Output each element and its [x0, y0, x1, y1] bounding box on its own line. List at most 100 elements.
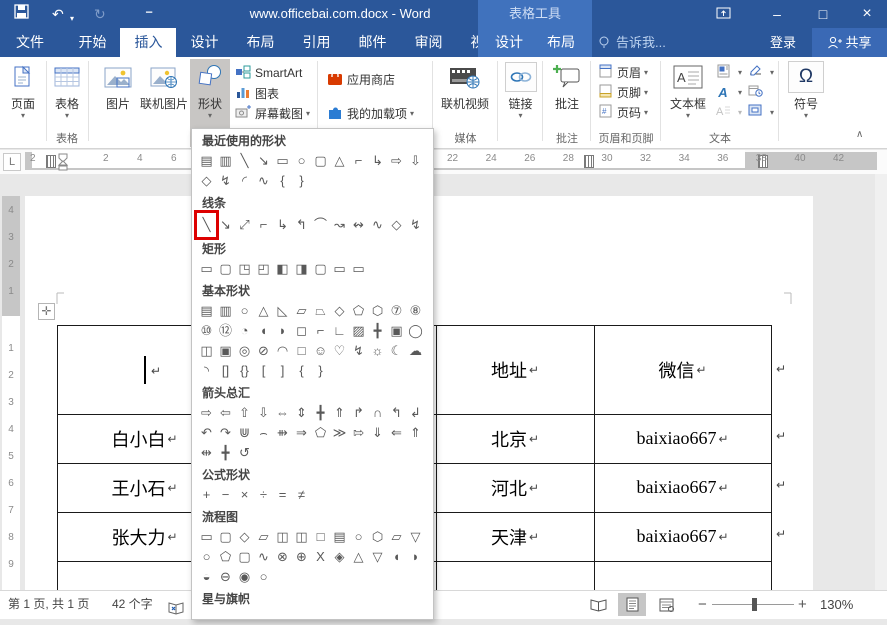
shape-cell[interactable]: ▢ [216, 259, 235, 279]
shape-cell[interactable]: ⌒ [311, 213, 330, 237]
shape-cell[interactable]: ▽ [406, 527, 425, 547]
shape-cell[interactable]: ∿ [254, 171, 273, 191]
shape-cell[interactable]: ◗ [273, 321, 292, 341]
shape-cell[interactable]: ⇒ [292, 423, 311, 443]
table-column-marker[interactable] [46, 155, 56, 168]
shape-cell[interactable]: ▤ [197, 151, 216, 171]
shape-cell[interactable]: [ [254, 361, 273, 381]
shape-cell[interactable]: ⬡ [368, 301, 387, 321]
shape-cell[interactable]: ▭ [197, 527, 216, 547]
shape-cell[interactable]: ↘ [216, 213, 235, 237]
shape-cell[interactable]: {} [235, 361, 254, 381]
shape-cell[interactable]: ☼ [368, 341, 387, 361]
shape-cell[interactable]: ◈ [330, 547, 349, 567]
shape-cell[interactable]: ○ [235, 301, 254, 321]
shape-cell[interactable]: ▢ [311, 259, 330, 279]
shape-cell[interactable]: ◻ [292, 321, 311, 341]
shape-cell[interactable]: ↭ [349, 213, 368, 237]
shape-cell[interactable]: ▢ [216, 527, 235, 547]
wordart-button[interactable]: A ▾ [714, 82, 742, 102]
shape-cell[interactable]: ◰ [254, 259, 273, 279]
table-cell[interactable]: 天津↵ [436, 512, 595, 562]
shape-cell[interactable]: − [216, 485, 235, 505]
page-number-button[interactable]: # 页码 ▾ [596, 102, 648, 122]
shape-cell[interactable]: ⑦ [387, 301, 406, 321]
shape-cell[interactable]: ⇔ [273, 403, 292, 423]
zoom-in-button[interactable]: + [798, 591, 807, 618]
shape-cell[interactable]: ÷ [254, 485, 273, 505]
textbox-button[interactable]: A 文本框 ▾ [666, 59, 710, 120]
shape-cell[interactable]: △ [349, 547, 368, 567]
table-cell[interactable]: 地址↵ [436, 326, 595, 415]
table-cell[interactable]: 北京↵ [436, 414, 595, 464]
shape-cell[interactable]: ↳ [273, 213, 292, 237]
shape-cell[interactable]: ▽ [368, 547, 387, 567]
tab-file[interactable]: 文件 [0, 28, 60, 57]
shape-cell[interactable]: ▭ [273, 151, 292, 171]
shape-cell[interactable]: ◖ [387, 547, 406, 567]
shape-cell[interactable]: ◒ [197, 567, 216, 587]
shape-cell[interactable]: ⇨ [197, 403, 216, 423]
shape-cell[interactable]: = [273, 485, 292, 505]
table-cell[interactable]: 微信↵ [594, 326, 771, 415]
table-cell[interactable]: baixiao667↵ [594, 512, 771, 562]
shape-cell[interactable]: ☺ [311, 341, 330, 361]
shape-cell[interactable]: ⬠ [216, 547, 235, 567]
shape-cell[interactable]: ○ [254, 567, 273, 587]
shape-cell[interactable]: ◫ [292, 527, 311, 547]
shape-cell[interactable]: ⬠ [349, 301, 368, 321]
shape-cell[interactable]: ▣ [216, 341, 235, 361]
shape-cell[interactable]: ◇ [197, 171, 216, 191]
zoom-slider-thumb[interactable] [752, 598, 757, 611]
shape-cell[interactable]: ▨ [349, 321, 368, 341]
shape-cell[interactable]: ⊗ [273, 547, 292, 567]
tab-home[interactable]: 开始 [64, 28, 120, 57]
header-button[interactable]: 页眉 ▾ [596, 62, 648, 82]
tab-table-design[interactable]: 设计 [483, 28, 535, 57]
tab-table-layout[interactable]: 布局 [535, 28, 587, 57]
shape-cell[interactable]: ⇨ [387, 151, 406, 171]
table-cell[interactable]: baixiao667↵ [594, 414, 771, 464]
collapse-ribbon-icon[interactable]: ∧ [856, 129, 863, 140]
shape-cell[interactable]: ◎ [235, 341, 254, 361]
undo-icon[interactable]: ↶ [52, 5, 64, 23]
ribbon-display-options-icon[interactable] [706, 0, 740, 28]
shape-cell[interactable]: ⏢ [311, 301, 330, 321]
tab-mailings[interactable]: 邮件 [344, 28, 400, 57]
smartart-button[interactable]: SmartArt [234, 63, 310, 83]
shape-cell[interactable]: ⊕ [292, 547, 311, 567]
shape-cell[interactable]: ≠ [292, 485, 311, 505]
object-button[interactable]: ▾ [746, 102, 774, 122]
shape-cell[interactable]: ▢ [311, 151, 330, 171]
my-addins-button[interactable]: 我的加载项 ▾ [326, 101, 414, 125]
shape-cell[interactable]: ▣ [387, 321, 406, 341]
shape-cell[interactable]: ↱ [349, 403, 368, 423]
shape-cell[interactable]: ◯ [406, 321, 425, 341]
tab-selector[interactable]: L [3, 153, 21, 171]
shape-cell[interactable]: ↘ [254, 151, 273, 171]
minimize-icon[interactable]: – [760, 0, 794, 28]
table-cell[interactable]: baixiao667↵ [594, 463, 771, 513]
shape-cell[interactable]: ⌐ [349, 151, 368, 171]
zoom-level[interactable]: 130% [820, 591, 853, 618]
shape-cell[interactable]: ▤ [197, 301, 216, 321]
online-pictures-button[interactable]: 联机图片 [140, 59, 188, 111]
word-count[interactable]: 42 个字 [112, 591, 153, 618]
shape-cell[interactable]: ◺ [273, 301, 292, 321]
close-icon[interactable]: × [850, 0, 884, 28]
shape-cell[interactable]: ◫ [197, 341, 216, 361]
shape-cell[interactable]: ⇩ [254, 403, 273, 423]
shape-cell[interactable]: ╲ [235, 151, 254, 171]
sign-in-button[interactable]: 登录 [770, 28, 796, 57]
shape-cell[interactable]: ⑧ [406, 301, 425, 321]
shape-cell[interactable]: ∟ [330, 321, 349, 341]
shape-cell[interactable]: ⇦ [216, 403, 235, 423]
shape-cell[interactable]: ☁ [406, 341, 425, 361]
shape-cell[interactable]: } [292, 171, 311, 191]
shape-cell[interactable]: ╋ [311, 403, 330, 423]
shape-cell[interactable]: { [292, 361, 311, 381]
tab-insert[interactable]: 插入 [120, 28, 176, 57]
table-cell[interactable] [594, 561, 771, 590]
shape-cell[interactable]: △ [254, 301, 273, 321]
tab-layout[interactable]: 布局 [232, 28, 288, 57]
